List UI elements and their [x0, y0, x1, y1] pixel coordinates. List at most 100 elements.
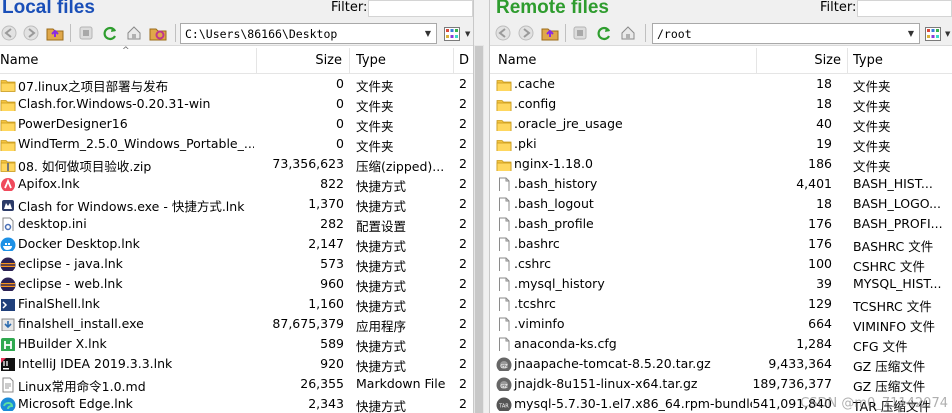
remote-pane-title: Remote files [496, 0, 609, 18]
file-date: 2 [459, 156, 467, 171]
file-row[interactable]: .pki 19 文件夹 [490, 134, 952, 154]
column-divider[interactable] [847, 48, 848, 73]
file-row[interactable]: PowerDesigner16 0 文件夹 2 [0, 114, 473, 134]
file-size: 40 [816, 116, 832, 131]
file-name-cell: .bash_logout [496, 196, 752, 211]
file-row[interactable]: GZ jnaapache-tomcat-8.5.20.tar.gz 9,433,36… [490, 354, 952, 374]
local-col-date[interactable]: D [459, 53, 471, 68]
view-mode-icon[interactable] [922, 23, 944, 44]
file-icon [496, 277, 512, 291]
local-filter-input[interactable] [368, 0, 473, 17]
file-name: FinalShell.lnk [18, 296, 100, 311]
file-row[interactable]: .bashrc 176 BASHRC 文件 [490, 234, 952, 254]
remote-col-name[interactable]: Name [498, 53, 748, 68]
file-row[interactable]: Apifox.lnk 822 快捷方式 2 [0, 174, 473, 194]
file-row[interactable]: desktop.ini 282 配置设置 2 [0, 214, 473, 234]
file-type: 快捷方式 [356, 279, 407, 294]
refresh-icon[interactable] [101, 24, 119, 42]
sync-browse-icon[interactable] [149, 24, 167, 42]
file-row[interactable]: .cache 18 文件夹 [490, 74, 952, 94]
column-divider[interactable] [756, 48, 757, 73]
file-type: GZ 压缩文件 [853, 379, 926, 394]
folder-icon [0, 137, 16, 151]
file-icon [496, 237, 512, 251]
remote-col-type[interactable]: Type [853, 53, 948, 68]
file-row[interactable]: 08. 如何做项目验收.zip 73,356,623 压缩(zipped)... 2 [0, 154, 473, 174]
local-col-size[interactable]: Size [262, 53, 342, 68]
file-row[interactable]: nginx-1.18.0 186 文件夹 [490, 154, 952, 174]
back-icon[interactable] [494, 24, 512, 42]
stop-icon[interactable] [571, 24, 589, 42]
remote-path-field[interactable]: /root [652, 23, 920, 44]
file-row[interactable]: .cshrc 100 CSHRC 文件 [490, 254, 952, 274]
file-row[interactable]: Docker Desktop.lnk 2,147 快捷方式 2 [0, 234, 473, 254]
remote-col-size[interactable]: Size [762, 53, 841, 68]
local-path-field[interactable]: C:\Users\86166\Desktop [180, 23, 437, 44]
file-row[interactable]: Clash.for.Windows-0.20.31-win 0 文件夹 2 [0, 94, 473, 114]
home-icon[interactable] [125, 24, 143, 42]
file-row[interactable]: HBuilder X.lnk 589 快捷方式 2 [0, 334, 473, 354]
file-row[interactable]: .bash_profile 176 BASH_PROFI... [490, 214, 952, 234]
forward-icon[interactable] [517, 24, 535, 42]
clash-icon [0, 197, 16, 213]
file-name-cell: PowerDesigner16 [0, 116, 254, 131]
file-row[interactable]: 07.linux之项目部署与发布 0 文件夹 2 [0, 74, 473, 94]
local-scrollbar-thumb[interactable] [475, 46, 483, 413]
file-row[interactable]: Microsoft Edge.lnk 2,343 快捷方式 2 [0, 394, 473, 413]
file-row[interactable]: GZ jnajdk-8u151-linux-x64.tar.gz 189,736,3… [490, 374, 952, 394]
file-name-cell: .oracle_jre_usage [496, 116, 752, 131]
local-col-name[interactable]: Name [0, 53, 250, 68]
file-name: .pki [514, 136, 537, 151]
parent-folder-icon[interactable] [46, 24, 64, 42]
forward-icon[interactable] [22, 24, 40, 42]
column-divider[interactable] [256, 48, 257, 73]
local-scrollbar[interactable] [474, 45, 484, 413]
file-date: 2 [459, 236, 467, 251]
column-divider[interactable] [349, 48, 350, 73]
remote-path-dropdown-icon[interactable]: ▼ [904, 23, 918, 44]
file-row[interactable]: finalshell_install.exe 87,675,379 应用程序 2 [0, 314, 473, 334]
toolbar-separator [645, 24, 646, 42]
file-name: .mysql_history [514, 276, 605, 291]
file-row[interactable]: Clash for Windows.exe - 快捷方式.lnk 1,370 快捷方… [0, 194, 473, 214]
local-col-type[interactable]: Type [356, 53, 450, 68]
file-row[interactable]: eclipse - java.lnk 573 快捷方式 2 [0, 254, 473, 274]
file-date: 2 [459, 256, 467, 271]
file-name-cell: anaconda-ks.cfg [496, 336, 752, 351]
file-row[interactable]: TAR mysql-5.7.30-1.el7.x86_64.rpm-bundle.… [490, 394, 952, 413]
file-row[interactable]: anaconda-ks.cfg 1,284 CFG 文件 [490, 334, 952, 354]
file-row[interactable]: .config 18 文件夹 [490, 94, 952, 114]
file-row[interactable]: Linux常用命令1.0.md 26,355 Markdown File 2 [0, 374, 473, 394]
stop-icon[interactable] [77, 24, 95, 42]
local-path-dropdown-icon[interactable]: ▼ [421, 23, 435, 44]
svg-text:GZ: GZ [500, 384, 508, 390]
file-row[interactable]: eclipse - web.lnk 960 快捷方式 2 [0, 274, 473, 294]
file-row[interactable]: .mysql_history 39 MYSQL_HIST... [490, 274, 952, 294]
refresh-icon[interactable] [595, 24, 613, 42]
pane-splitter[interactable] [473, 0, 490, 413]
file-icon [496, 257, 512, 271]
file-date: 2 [459, 76, 467, 91]
file-row[interactable]: IntelliJ IDEA 2019.3.3.lnk 920 快捷方式 2 [0, 354, 473, 374]
toolbar-separator [70, 24, 71, 42]
file-row[interactable]: .bash_history 4,401 BASH_HIST... [490, 174, 952, 194]
remote-files-pane: Remote files Filter: /root ▼ ▼ Name Size… [490, 0, 952, 413]
home-icon[interactable] [619, 24, 637, 42]
view-mode-dropdown-icon[interactable]: ▼ [465, 23, 473, 44]
file-row[interactable]: .oracle_jre_usage 40 文件夹 [490, 114, 952, 134]
file-name: Docker Desktop.lnk [18, 236, 140, 251]
remote-filter-input[interactable] [857, 0, 952, 17]
parent-folder-icon[interactable] [541, 24, 559, 42]
back-icon[interactable] [0, 24, 18, 42]
file-row[interactable]: .tcshrc 129 TCSHRC 文件 [490, 294, 952, 314]
file-row[interactable]: .viminfo 664 VIMINFO 文件 [490, 314, 952, 334]
file-name-cell: .bash_history [496, 176, 752, 191]
view-mode-dropdown-icon[interactable]: ▼ [945, 23, 952, 44]
file-size: 920 [320, 356, 344, 371]
file-row[interactable]: WindTerm_2.5.0_Windows_Portable_... 0 文件夹 2 [0, 134, 473, 154]
view-mode-icon[interactable] [441, 23, 463, 44]
file-row[interactable]: .bash_logout 18 BASH_LOGO... [490, 194, 952, 214]
column-divider[interactable] [453, 48, 454, 73]
file-row[interactable]: FinalShell.lnk 1,160 快捷方式 2 [0, 294, 473, 314]
file-size: 39 [816, 276, 832, 291]
